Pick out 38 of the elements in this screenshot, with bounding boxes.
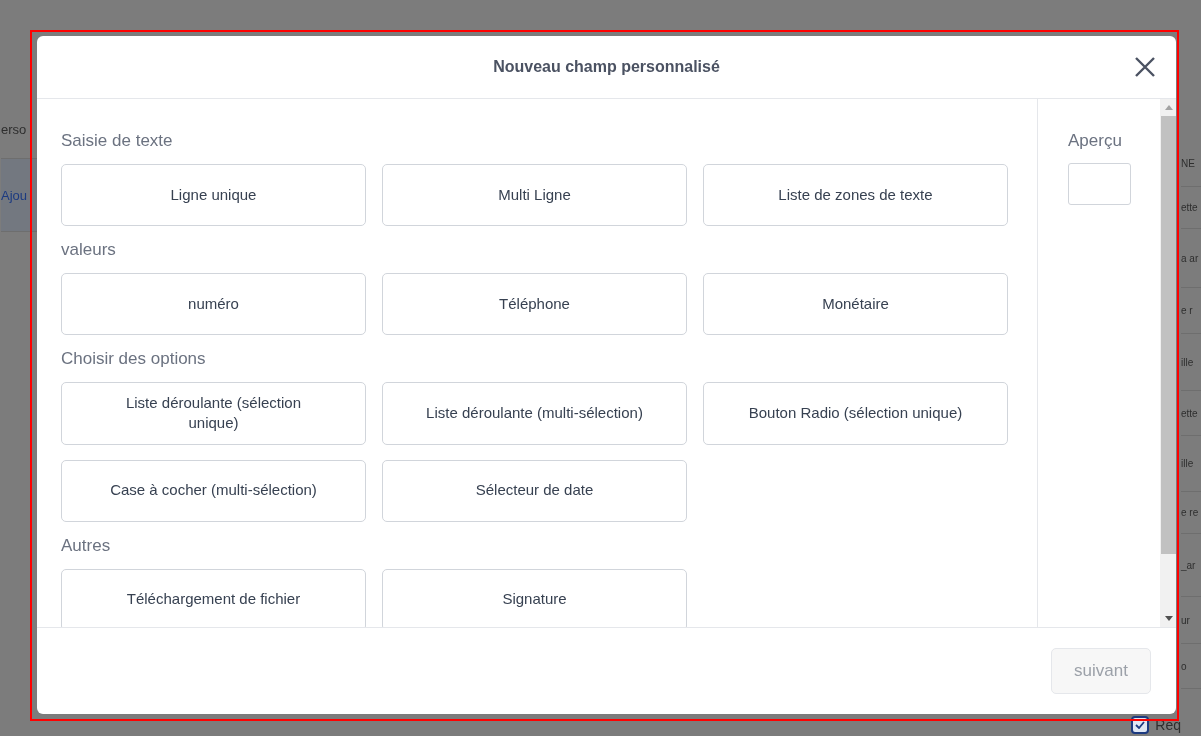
field-type-button[interactable]: Multi Ligne — [382, 164, 687, 226]
section-heading: Autres — [61, 535, 112, 556]
scroll-down-icon[interactable] — [1165, 616, 1173, 621]
field-type-button[interactable]: Téléchargement de fichier — [61, 568, 366, 627]
section-heading: Choisir des options — [61, 349, 207, 369]
field-type-button[interactable]: Liste déroulante (multi-sélection) — [382, 382, 687, 445]
background-text: e re — [1181, 507, 1199, 518]
dialog-title: Nouveau champ personnalisé — [493, 58, 720, 76]
background-text: NE — [1181, 157, 1195, 169]
background-text: _ar — [1181, 559, 1196, 571]
field-type-button[interactable]: Ligne unique — [61, 164, 366, 226]
field-type-button[interactable]: numéro — [61, 273, 366, 335]
background-text: e r — [1181, 305, 1193, 316]
background-text: o — [1181, 660, 1187, 672]
field-type-button[interactable]: Sélecteur de date — [382, 459, 687, 522]
field-type-button[interactable]: Liste déroulante (sélection unique) — [61, 382, 366, 445]
background-text: Ajou — [1, 187, 28, 203]
background-text: ette — [1181, 407, 1198, 419]
background-text: ille — [1181, 458, 1194, 469]
scrollbar-thumb[interactable] — [1161, 116, 1176, 554]
field-type-button[interactable]: Case à cocher (multi-sélection) — [61, 459, 366, 522]
scrollbar[interactable] — [1160, 99, 1176, 627]
field-type-button[interactable]: Monétaire — [703, 273, 1008, 335]
check-icon — [1135, 721, 1146, 729]
field-type-button[interactable]: Téléphone — [382, 273, 687, 335]
section-heading: valeurs — [61, 240, 117, 260]
background-text: erso — [1, 121, 27, 137]
preview-box — [1068, 163, 1131, 205]
background-text: ille — [1181, 356, 1194, 368]
field-type-button[interactable]: Signature — [382, 568, 687, 627]
preview-label: Aperçu — [1068, 131, 1123, 151]
close-icon — [1134, 56, 1156, 78]
field-type-button[interactable]: Bouton Radio (sélection unique) — [703, 382, 1008, 445]
field-type-button[interactable]: Liste de zones de texte — [703, 164, 1008, 226]
background-text: ette — [1181, 202, 1198, 213]
section-heading: Saisie de texte — [61, 131, 174, 151]
background-text: ur — [1181, 614, 1190, 626]
background-text: a ar — [1181, 252, 1199, 264]
